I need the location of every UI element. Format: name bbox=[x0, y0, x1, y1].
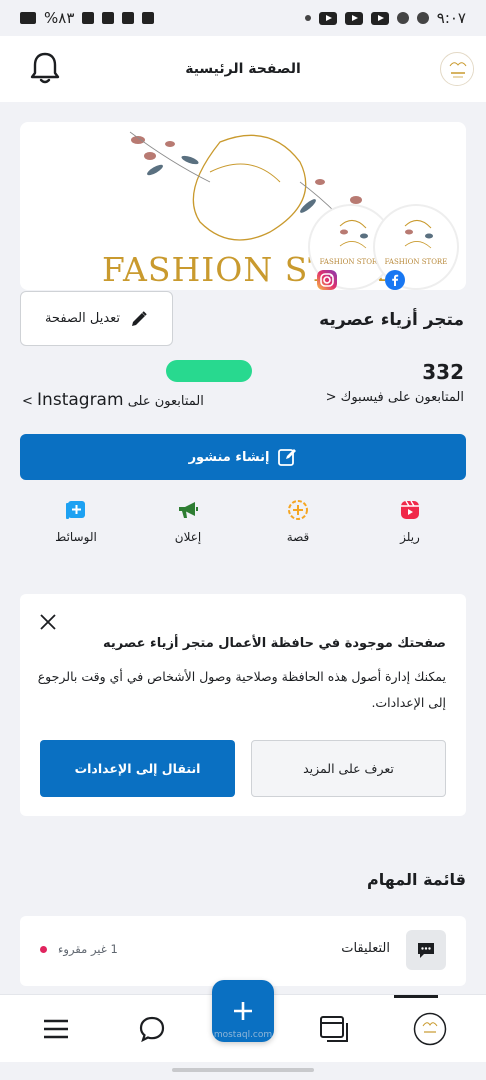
media-action[interactable]: الوسائط bbox=[36, 498, 116, 544]
ad-action[interactable]: إعلان bbox=[148, 498, 228, 544]
facebook-followers-label: المتابعون على فيسبوك bbox=[340, 390, 464, 405]
profile-brand-label: FASHION STORE bbox=[384, 258, 448, 266]
alarm-icon bbox=[142, 12, 155, 24]
mute-icon bbox=[122, 12, 135, 24]
reels-icon bbox=[401, 500, 419, 519]
go-to-settings-button[interactable]: انتقال إلى الإعدادات bbox=[40, 740, 235, 797]
nav-profile[interactable] bbox=[410, 1009, 450, 1049]
home-indicator bbox=[172, 1068, 314, 1072]
comment-icon bbox=[418, 943, 434, 958]
pencil-icon bbox=[132, 310, 147, 326]
page-name: متجر أزياء عصريه bbox=[319, 310, 464, 330]
story-label: قصة bbox=[286, 530, 310, 544]
messenger-icon bbox=[396, 12, 409, 24]
nav-menu[interactable] bbox=[36, 1009, 76, 1049]
reels-action[interactable]: ريلز bbox=[370, 498, 450, 544]
task-label: التعليقات bbox=[341, 941, 390, 956]
business-portfolio-card: صفحتك موجودة في حافظة الأعمال متجر أزياء… bbox=[20, 594, 466, 816]
reels-label: ريلز bbox=[400, 530, 420, 544]
wifi-icon bbox=[102, 12, 115, 24]
portfolio-description: يمكنك إدارة أصول هذه الحافظة وصلاحية وصو… bbox=[37, 669, 446, 710]
instagram-followers-link[interactable]: < Instagram المتابعون على bbox=[22, 390, 204, 410]
facebook-followers-link[interactable]: المتابعون على فيسبوك < bbox=[326, 390, 464, 405]
page-title: الصفحة الرئيسية bbox=[185, 61, 301, 77]
youtube-icon bbox=[318, 11, 337, 25]
nav-feed[interactable] bbox=[314, 1009, 354, 1049]
bell-icon[interactable] bbox=[28, 50, 62, 86]
notification-dot-icon bbox=[304, 15, 311, 21]
logo-icon bbox=[442, 54, 473, 85]
compose-icon bbox=[278, 449, 297, 466]
unread-dot bbox=[40, 946, 47, 953]
battery-level: %٨٣ bbox=[44, 9, 75, 27]
story-plus-icon bbox=[288, 500, 308, 520]
plus-icon bbox=[234, 1002, 252, 1020]
status-bar: %٨٣ ٩:٠٧ bbox=[0, 0, 486, 36]
instagram-followers-label: المتابعون على bbox=[127, 394, 204, 409]
content-icon bbox=[320, 1016, 348, 1042]
create-post-button[interactable]: إنشاء منشور bbox=[20, 434, 466, 480]
nav-messages[interactable] bbox=[132, 1009, 172, 1049]
edit-page-label: تعديل الصفحة bbox=[44, 311, 121, 326]
page-avatar[interactable] bbox=[440, 52, 474, 86]
status-time: ٩:٠٧ bbox=[436, 9, 466, 27]
close-icon[interactable] bbox=[38, 612, 58, 632]
chat-bubble-icon bbox=[139, 1016, 165, 1043]
signal-icon bbox=[82, 12, 95, 24]
whatsapp-icon bbox=[416, 12, 429, 24]
followers-stats: 332 المتابعون على فيسبوك < < Instagram ا… bbox=[0, 356, 486, 416]
create-post-label: إنشاء منشور bbox=[188, 449, 270, 465]
task-unread-count: 1 غير مقروء bbox=[58, 942, 118, 956]
quick-actions: ريلز قصة إعلان الوسائط bbox=[0, 498, 486, 558]
tasks-heading: قائمة المهام bbox=[366, 870, 466, 889]
youtube-icon-3 bbox=[370, 11, 389, 25]
instagram-name: Instagram bbox=[37, 390, 124, 410]
ad-label: إعلان bbox=[174, 530, 202, 544]
battery-icon bbox=[20, 12, 36, 24]
task-item-comments[interactable]: التعليقات 1 غير مقروء bbox=[20, 916, 466, 986]
story-action[interactable]: قصة bbox=[258, 498, 338, 544]
menu-icon bbox=[44, 1019, 68, 1039]
edit-page-button[interactable]: تعديل الصفحة bbox=[20, 291, 173, 346]
profile-avatar-icon bbox=[413, 1012, 447, 1046]
facebook-followers-count: 332 bbox=[422, 360, 464, 384]
portfolio-title: صفحتك موجودة في حافظة الأعمال متجر أزياء… bbox=[102, 636, 446, 651]
megaphone-icon bbox=[179, 502, 198, 518]
chevron-left-icon: < bbox=[325, 390, 337, 405]
watermark-text: mostaql.com bbox=[213, 1030, 273, 1040]
instagram-icon bbox=[317, 270, 337, 290]
add-media-icon bbox=[66, 501, 85, 519]
facebook-icon bbox=[385, 270, 405, 290]
chevron-left-icon: < bbox=[22, 394, 33, 409]
media-label: الوسائط bbox=[55, 530, 97, 544]
active-tab-indicator bbox=[394, 995, 438, 998]
app-header: الصفحة الرئيسية bbox=[0, 36, 486, 102]
status-right: ٩:٠٧ bbox=[304, 9, 466, 27]
youtube-icon-2 bbox=[344, 11, 363, 25]
status-left: %٨٣ bbox=[20, 9, 155, 27]
task-icon-wrap bbox=[406, 930, 446, 970]
learn-more-button[interactable]: تعرف على المزيد bbox=[251, 740, 446, 797]
